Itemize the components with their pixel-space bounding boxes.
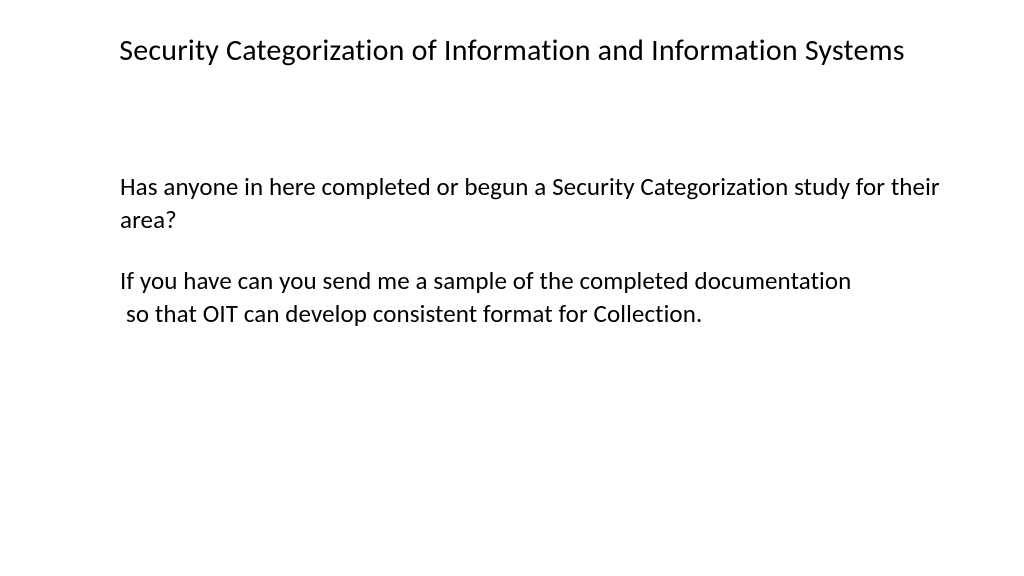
paragraph-2-line-1: If you have can you send me a sample of … (120, 265, 851, 296)
slide-body: Has anyone in here completed or begun a … (120, 170, 964, 358)
slide-title: Security Categorization of Information a… (70, 32, 954, 69)
paragraph-1: Has anyone in here completed or begun a … (120, 170, 964, 236)
paragraph-2-line-2: so that OIT can develop consistent forma… (120, 297, 964, 330)
paragraph-2: If you have can you send me a sample of … (120, 264, 964, 330)
